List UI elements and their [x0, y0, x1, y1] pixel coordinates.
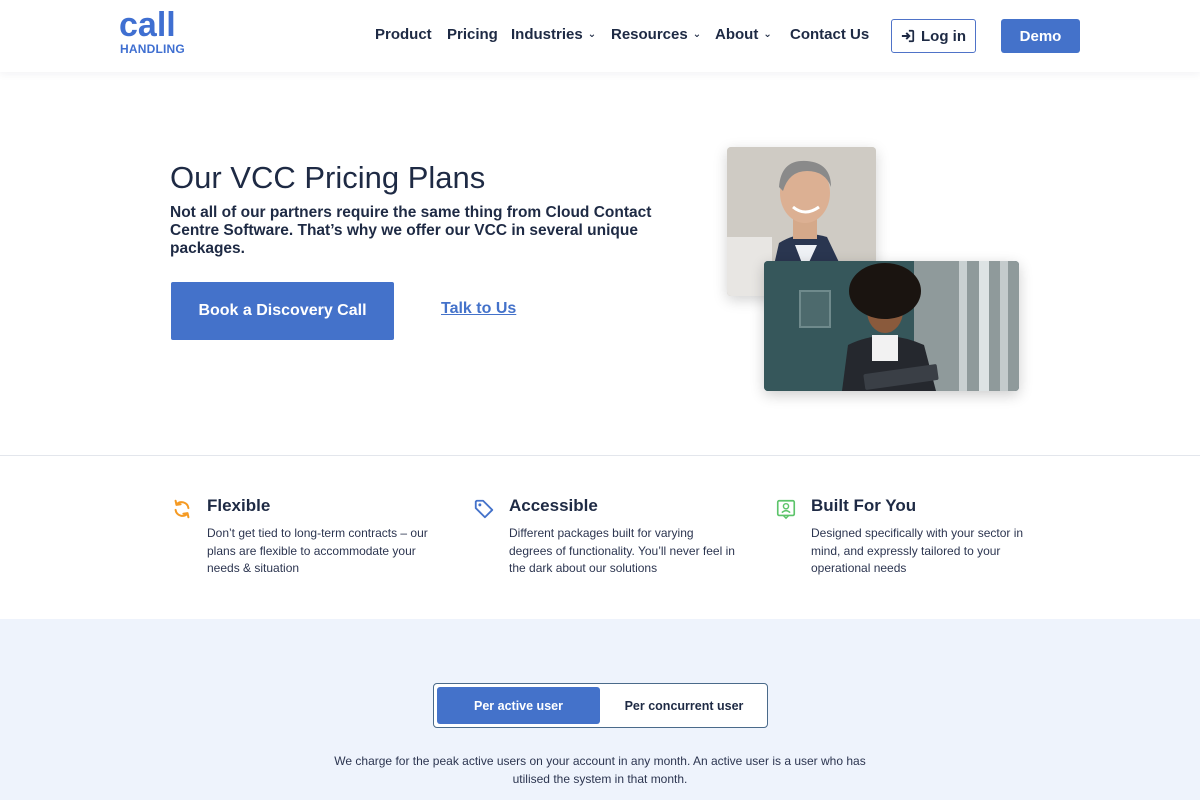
chevron-down-icon: ⌄	[587, 29, 597, 40]
login-label: Log in	[921, 27, 966, 45]
nav-resources[interactable]: Resources ⌄	[611, 24, 701, 46]
book-label: Book a Discovery Call	[198, 302, 367, 319]
nav-label: Resources	[611, 26, 688, 43]
feature-title: Accessible	[509, 496, 598, 515]
nav-pricing[interactable]: Pricing	[447, 24, 498, 46]
book-discovery-call-button[interactable]: Book a Discovery Call	[171, 282, 394, 340]
feature-title: Flexible	[207, 496, 271, 515]
businesswoman-illustration	[764, 261, 1019, 391]
feature-description: Designed specifically with your sector i…	[811, 526, 1024, 575]
feature-title: Built For You	[811, 496, 917, 515]
demo-label: Demo	[1019, 27, 1062, 45]
tab-label: Per active user	[474, 698, 563, 713]
per-concurrent-user-tab[interactable]: Per concurrent user	[604, 687, 764, 724]
hero-subtitle: Not all of our partners require the same…	[170, 204, 652, 257]
login-button[interactable]: Log in	[891, 19, 976, 53]
site-header: call HANDLING Product Pricing Industries…	[0, 0, 1200, 72]
nav-industries[interactable]: Industries ⌄	[511, 24, 596, 46]
tag-icon	[474, 499, 494, 519]
businesswoman-photo	[764, 261, 1019, 391]
nav-label: Pricing	[447, 26, 498, 43]
demo-button[interactable]: Demo	[1001, 19, 1080, 53]
talk-to-us-link[interactable]: Talk to Us	[441, 300, 516, 318]
per-active-user-tab[interactable]: Per active user	[437, 687, 600, 724]
page-title: Our VCC Pricing Plans	[170, 160, 486, 195]
nav-label: Industries	[511, 26, 583, 43]
nav-product[interactable]: Product	[375, 24, 432, 46]
logo[interactable]: call HANDLING	[119, 8, 189, 58]
nav-label: Contact Us	[790, 26, 870, 43]
logo-subtext: HANDLING	[120, 42, 185, 56]
tab-label: Per concurrent user	[624, 698, 744, 713]
chevron-down-icon: ⌄	[763, 29, 772, 40]
chevron-down-icon: ⌄	[692, 29, 702, 40]
section-divider	[0, 455, 1200, 456]
user-badge-icon	[776, 499, 796, 520]
pricing-description: We charge for the peak active users on y…	[334, 754, 866, 786]
nav-about[interactable]: About ⌄	[715, 24, 772, 46]
nav-label: About	[715, 26, 759, 43]
refresh-icon	[174, 499, 190, 519]
feature-description: Different packages built for varying deg…	[509, 526, 735, 575]
sign-in-icon	[901, 29, 915, 43]
pricing-toggle: Per active user Per concurrent user	[433, 683, 768, 728]
logo-wordmark: call	[119, 6, 176, 44]
nav-label: Product	[375, 26, 432, 43]
feature-description: Don’t get tied to long-term contracts – …	[207, 526, 428, 575]
nav-contact-us[interactable]: Contact Us	[790, 24, 869, 46]
